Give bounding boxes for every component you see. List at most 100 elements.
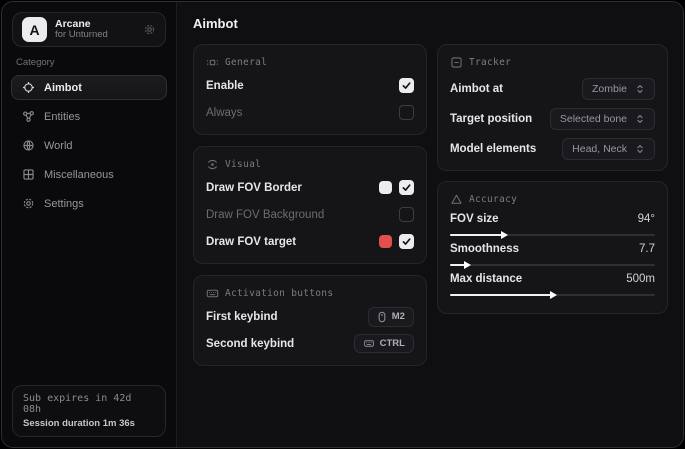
section-title: Accuracy xyxy=(469,194,517,205)
sidebar-item-entities[interactable]: Entities xyxy=(11,104,167,129)
app-logo: A xyxy=(22,17,47,42)
smoothness-slider[interactable] xyxy=(450,264,655,266)
sidebar-nav: Aimbot Entities World xyxy=(11,75,167,216)
sidebar-item-settings[interactable]: Settings xyxy=(11,191,167,216)
setting-label: Draw FOV Border xyxy=(206,182,302,194)
second-keybind-button[interactable]: CTRL xyxy=(354,334,414,353)
keyboard-icon xyxy=(206,287,219,300)
slider-thumb[interactable] xyxy=(550,291,557,299)
sidebar-item-label: Miscellaneous xyxy=(44,169,114,181)
app-subtitle: for Unturned xyxy=(55,30,135,41)
setting-label: Draw FOV Background xyxy=(206,209,324,221)
gear-icon[interactable] xyxy=(143,23,156,36)
sidebar-item-label: Aimbot xyxy=(44,82,82,94)
slider-fill xyxy=(450,294,553,296)
check-icon xyxy=(401,182,412,193)
setting-row-always: Always xyxy=(206,102,414,123)
subscription-status-card: Sub expires in 42d 08h Session duration … xyxy=(12,385,166,437)
slider-smoothness: Smoothness 7.7 xyxy=(450,243,655,266)
keybind-value: M2 xyxy=(392,311,405,322)
slider-label: FOV size xyxy=(450,213,499,225)
slider-thumb[interactable] xyxy=(464,261,471,269)
first-keybind-button[interactable]: M2 xyxy=(368,307,414,327)
always-checkbox[interactable] xyxy=(399,105,414,120)
chevrons-up-down-icon xyxy=(635,114,645,124)
sidebar-item-label: World xyxy=(44,140,73,152)
card-accuracy: Accuracy FOV size 94° xyxy=(437,181,668,314)
setting-row-fov-background: Draw FOV Background xyxy=(206,204,414,225)
sub-expiry-text: Sub expires in 42d 08h xyxy=(23,393,155,415)
logo-text: Arcane for Unturned xyxy=(55,18,135,41)
card-activation-buttons: Activation buttons First keybind M2 Seco… xyxy=(193,275,427,366)
slider-fov-size: FOV size 94° xyxy=(450,213,655,236)
entities-icon xyxy=(22,110,35,123)
model-elements-dropdown[interactable]: Head, Neck xyxy=(562,138,655,160)
sidebar-item-label: Settings xyxy=(44,198,84,210)
triangle-icon xyxy=(450,193,463,206)
slider-value: 94° xyxy=(638,213,655,225)
fov-background-checkbox[interactable] xyxy=(399,207,414,222)
card-tracker: Tracker Aimbot at Zombie Target position xyxy=(437,44,668,171)
setting-label: Always xyxy=(206,107,242,119)
setting-label: Aimbot at xyxy=(450,83,503,95)
main-panel: Aimbot General Enable xyxy=(178,2,683,447)
slider-fill xyxy=(450,234,503,236)
slider-label: Smoothness xyxy=(450,243,519,255)
check-icon xyxy=(401,236,412,247)
check-icon xyxy=(401,80,412,91)
setting-row-enable: Enable xyxy=(206,75,414,96)
fov-size-slider[interactable] xyxy=(450,234,655,236)
slider-max-distance: Max distance 500m xyxy=(450,273,655,296)
setting-row-first-keybind: First keybind M2 xyxy=(206,306,414,327)
setting-row-model-elements: Model elements Head, Neck xyxy=(450,138,655,159)
settings-gear-icon xyxy=(22,197,35,210)
setting-label: Target position xyxy=(450,113,532,125)
fov-border-checkbox[interactable] xyxy=(399,180,414,195)
setting-row-target-position: Target position Selected bone xyxy=(450,108,655,129)
dropdown-value: Zombie xyxy=(592,83,627,95)
sidebar-item-miscellaneous[interactable]: Miscellaneous xyxy=(11,162,167,187)
slider-thumb[interactable] xyxy=(501,231,508,239)
setting-row-second-keybind: Second keybind CTRL xyxy=(206,333,414,354)
setting-label: First keybind xyxy=(206,311,278,323)
eye-icon xyxy=(206,158,219,171)
chevrons-up-down-icon xyxy=(635,144,645,154)
slider-label: Max distance xyxy=(450,273,522,285)
max-distance-slider[interactable] xyxy=(450,294,655,296)
fov-target-checkbox[interactable] xyxy=(399,234,414,249)
target-position-dropdown[interactable]: Selected bone xyxy=(550,108,655,130)
section-title: General xyxy=(225,57,267,68)
sidebar-item-aimbot[interactable]: Aimbot xyxy=(11,75,167,100)
mouse-icon xyxy=(377,311,387,323)
logo-card: A Arcane for Unturned xyxy=(12,12,166,47)
card-visual: Visual Draw FOV Border Draw FOV Backgrou… xyxy=(193,146,427,264)
grid-icon xyxy=(22,168,35,181)
dropdown-value: Head, Neck xyxy=(572,143,627,155)
slider-value: 7.7 xyxy=(639,243,655,255)
color-swatch-white[interactable] xyxy=(379,181,392,194)
setting-label: Enable xyxy=(206,80,244,92)
sliders-icon xyxy=(206,56,219,69)
setting-row-aimbot-at: Aimbot at Zombie xyxy=(450,78,655,99)
sidebar-item-label: Entities xyxy=(44,111,80,123)
sidebar-item-world[interactable]: World xyxy=(11,133,167,158)
setting-row-fov-border: Draw FOV Border xyxy=(206,177,414,198)
slider-value: 500m xyxy=(626,273,655,285)
setting-row-fov-target: Draw FOV target xyxy=(206,231,414,252)
aimbot-at-dropdown[interactable]: Zombie xyxy=(582,78,655,100)
sidebar: A Arcane for Unturned Category Aimbot xyxy=(2,2,177,447)
enable-checkbox[interactable] xyxy=(399,78,414,93)
frame-icon xyxy=(450,56,463,69)
globe-icon xyxy=(22,139,35,152)
section-title: Tracker xyxy=(469,57,511,68)
session-duration-text: Session duration 1m 36s xyxy=(23,418,155,429)
crosshair-icon xyxy=(22,81,35,94)
keyboard-icon xyxy=(363,338,375,349)
color-swatch-red[interactable] xyxy=(379,235,392,248)
keybind-value: CTRL xyxy=(380,338,405,349)
chevrons-up-down-icon xyxy=(635,84,645,94)
setting-label: Second keybind xyxy=(206,338,294,350)
page-title: Aimbot xyxy=(193,16,668,31)
desktop-background: A Arcane for Unturned Category Aimbot xyxy=(0,0,685,449)
card-general: General Enable Always xyxy=(193,44,427,135)
